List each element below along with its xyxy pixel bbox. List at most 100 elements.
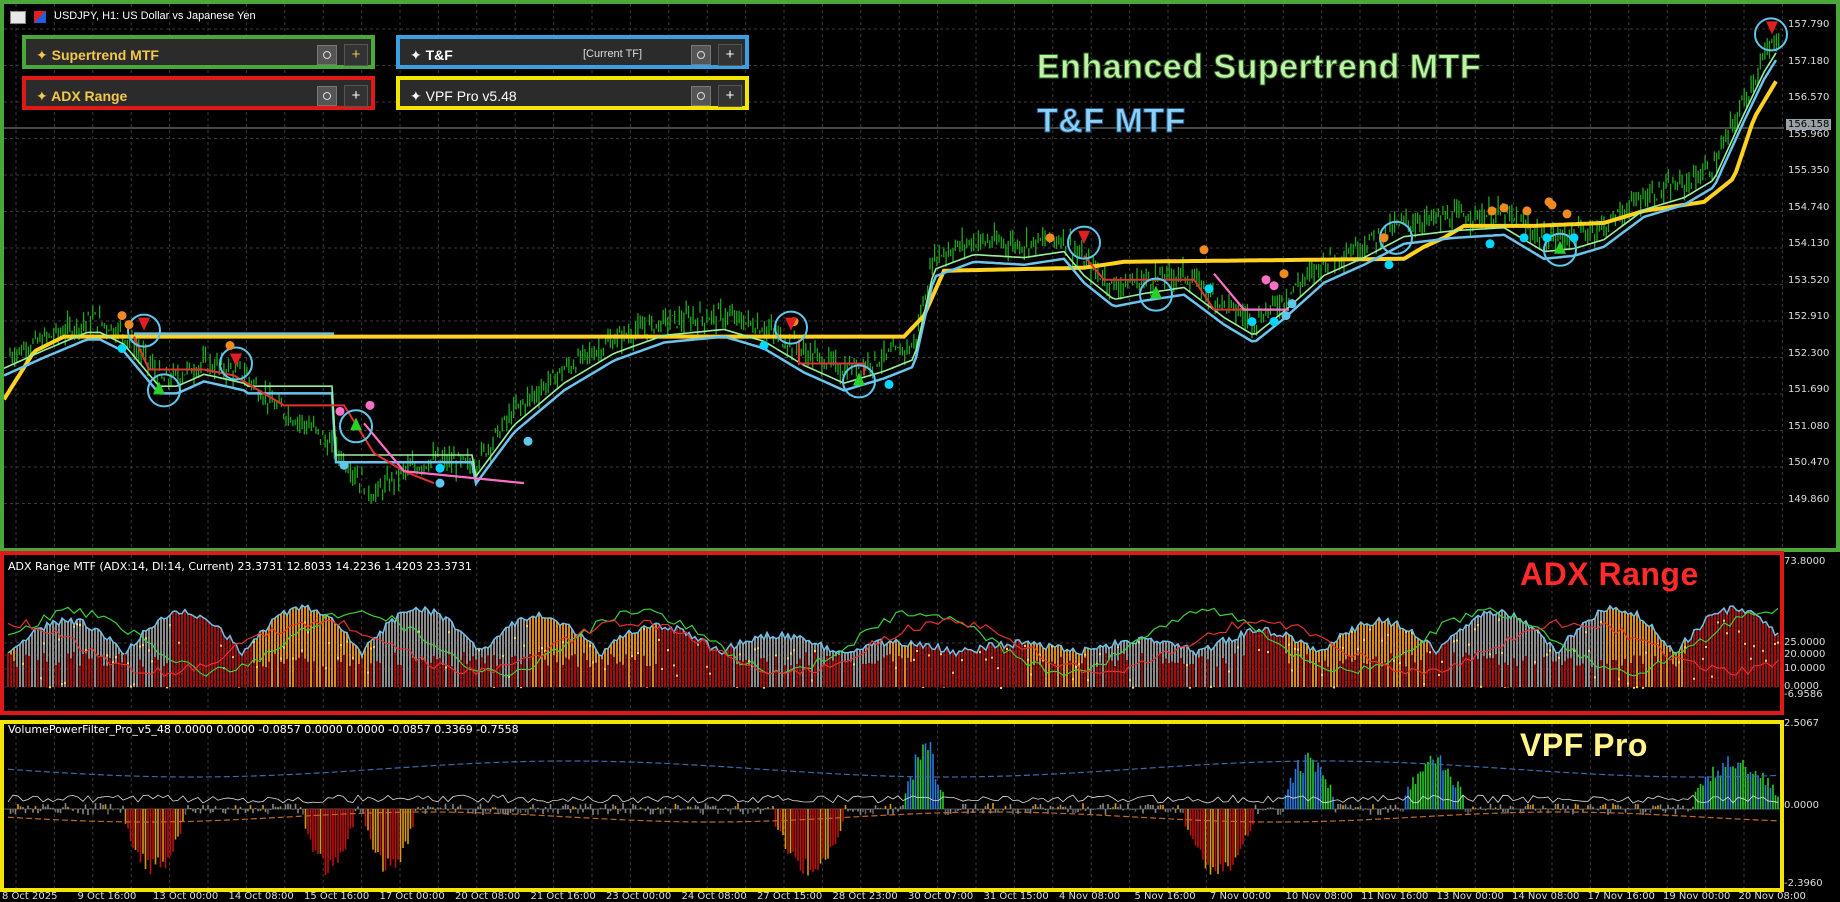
time-tick-label: 21 Oct 16:00: [530, 891, 596, 902]
adx-dot: [448, 631, 450, 634]
adx-dot: [1288, 643, 1290, 646]
adx-label: ✦ ADX Range: [36, 88, 128, 104]
signal-dot: [335, 406, 345, 416]
supertrend-panel[interactable]: ✦ Supertrend MTF +: [22, 35, 375, 69]
adx-dot: [1099, 653, 1101, 656]
time-tick-label: 4 Nov 08:00: [1059, 891, 1121, 902]
adx-dot: [1645, 651, 1647, 654]
adx-dot: [1702, 657, 1704, 660]
adx-dot: [592, 661, 594, 664]
adx-dot: [1765, 659, 1767, 662]
signal-arrow: [1766, 21, 1778, 35]
adx-plus-button[interactable]: +: [344, 85, 368, 107]
adx-dot: [1726, 632, 1728, 635]
supertrend-settings-icon[interactable]: [317, 45, 337, 65]
adx-dot: [1636, 686, 1638, 689]
adx-dot: [22, 662, 24, 665]
adx-dot: [1477, 624, 1479, 627]
tf-settings-icon[interactable]: [691, 45, 711, 65]
adx-dot: [979, 651, 981, 654]
vpf-panel[interactable]: ✦ VPF Pro v5.48 +: [396, 76, 749, 110]
adx-dot: [292, 657, 294, 660]
adx-dot: [1693, 677, 1695, 680]
time-tick-label: 28 Oct 23:00: [832, 891, 898, 902]
adx-dot: [997, 667, 999, 670]
adx-dot: [1000, 686, 1002, 689]
adx-dot: [232, 656, 234, 659]
price-tick-label: 154.130: [1788, 238, 1830, 249]
adx-dot: [79, 623, 81, 626]
adx-dot: [1723, 619, 1725, 622]
adx-dot: [478, 649, 480, 652]
adx-dot: [133, 683, 135, 686]
adx-dot: [1030, 673, 1032, 676]
adx-dot: [1129, 679, 1131, 682]
vpf-subwindow[interactable]: [0, 720, 1784, 892]
adx-settings-icon[interactable]: [317, 86, 337, 106]
price-tick-label: 157.790: [1788, 19, 1830, 30]
time-tick-label: 27 Oct 15:00: [757, 891, 823, 902]
adx-canvas[interactable]: [4, 555, 1780, 711]
vpf-canvas[interactable]: [4, 724, 1780, 888]
signal-dot: [1261, 275, 1271, 285]
supertrend-plus-button[interactable]: +: [344, 44, 368, 66]
tf-current-tf[interactable]: [Current TF]: [583, 48, 642, 60]
current-price-tag: 156.158: [1786, 119, 1832, 130]
time-axis: 8 Oct 2025 9 Oct 16:00 13 Oct 00:00 14 Oct …: [0, 888, 1806, 902]
adx-dot: [307, 631, 309, 634]
adx-dot: [49, 686, 51, 689]
adx-dot: [1705, 645, 1707, 648]
adx-dot: [1297, 648, 1299, 651]
adx-dot: [58, 638, 60, 641]
vpf-tick-label: 2.5067: [1784, 718, 1819, 729]
adx-subwindow[interactable]: [0, 551, 1784, 715]
supertrend-line: [4, 80, 1778, 401]
adx-dot: [895, 666, 897, 669]
adx-dot: [1027, 658, 1029, 661]
chart-color-icon[interactable]: [34, 11, 46, 23]
time-tick-label: 10 Nov 08:00: [1285, 891, 1353, 902]
vpf-plus-button[interactable]: +: [718, 85, 742, 107]
adx-dot: [985, 658, 987, 661]
adx-panel[interactable]: ✦ ADX Range +: [22, 76, 375, 110]
adx-tick-label: 10.0000: [1784, 663, 1826, 674]
adx-dot: [913, 658, 915, 661]
signal-dot: [759, 341, 769, 351]
time-tick-label: 13 Oct 00:00: [153, 891, 219, 902]
symbol-title: USDJPY, H1: US Dollar vs Japanese Yen: [54, 10, 256, 22]
time-tick-label: 30 Oct 07:00: [908, 891, 974, 902]
tf-blue-line: [4, 59, 1778, 487]
price-tick-label: 152.300: [1788, 347, 1830, 359]
vpf-settings-icon[interactable]: [691, 86, 711, 106]
adx-overlay-title: ADX Range: [1520, 556, 1699, 592]
adx-dot: [1006, 647, 1008, 650]
adx-dot: [1138, 641, 1140, 644]
signal-dot: [435, 478, 445, 488]
adx-dot: [1585, 631, 1587, 634]
adx-dot: [1381, 639, 1383, 642]
adx-dot: [1024, 644, 1026, 647]
adx-dot: [40, 677, 42, 680]
chart-list-icon[interactable]: [10, 11, 26, 24]
signal-dot: [1269, 281, 1279, 291]
adx-dot: [673, 664, 675, 667]
adx-dot: [304, 621, 306, 624]
adx-dot: [739, 653, 741, 656]
adx-dot: [130, 685, 132, 688]
price-tick-label: 152.910: [1788, 311, 1830, 322]
tf-plus-button[interactable]: +: [718, 44, 742, 66]
adx-dot: [631, 655, 633, 658]
adx-dot: [1267, 651, 1269, 654]
signal-dot: [884, 379, 894, 389]
adx-dot: [1441, 660, 1443, 663]
tf-panel[interactable]: ✦ T&F [Current TF] +: [396, 35, 749, 69]
vpf-upper-band: [7, 760, 1779, 778]
adx-tick-label: -6.9586: [1784, 689, 1823, 700]
adx-dot: [658, 638, 660, 641]
adx-dot: [1084, 653, 1086, 656]
adx-dot: [1738, 630, 1740, 633]
adx-dot: [676, 674, 678, 677]
adx-dot: [1453, 640, 1455, 643]
adx-dot: [1078, 663, 1080, 666]
time-tick-label: 9 Oct 16:00: [77, 891, 137, 902]
